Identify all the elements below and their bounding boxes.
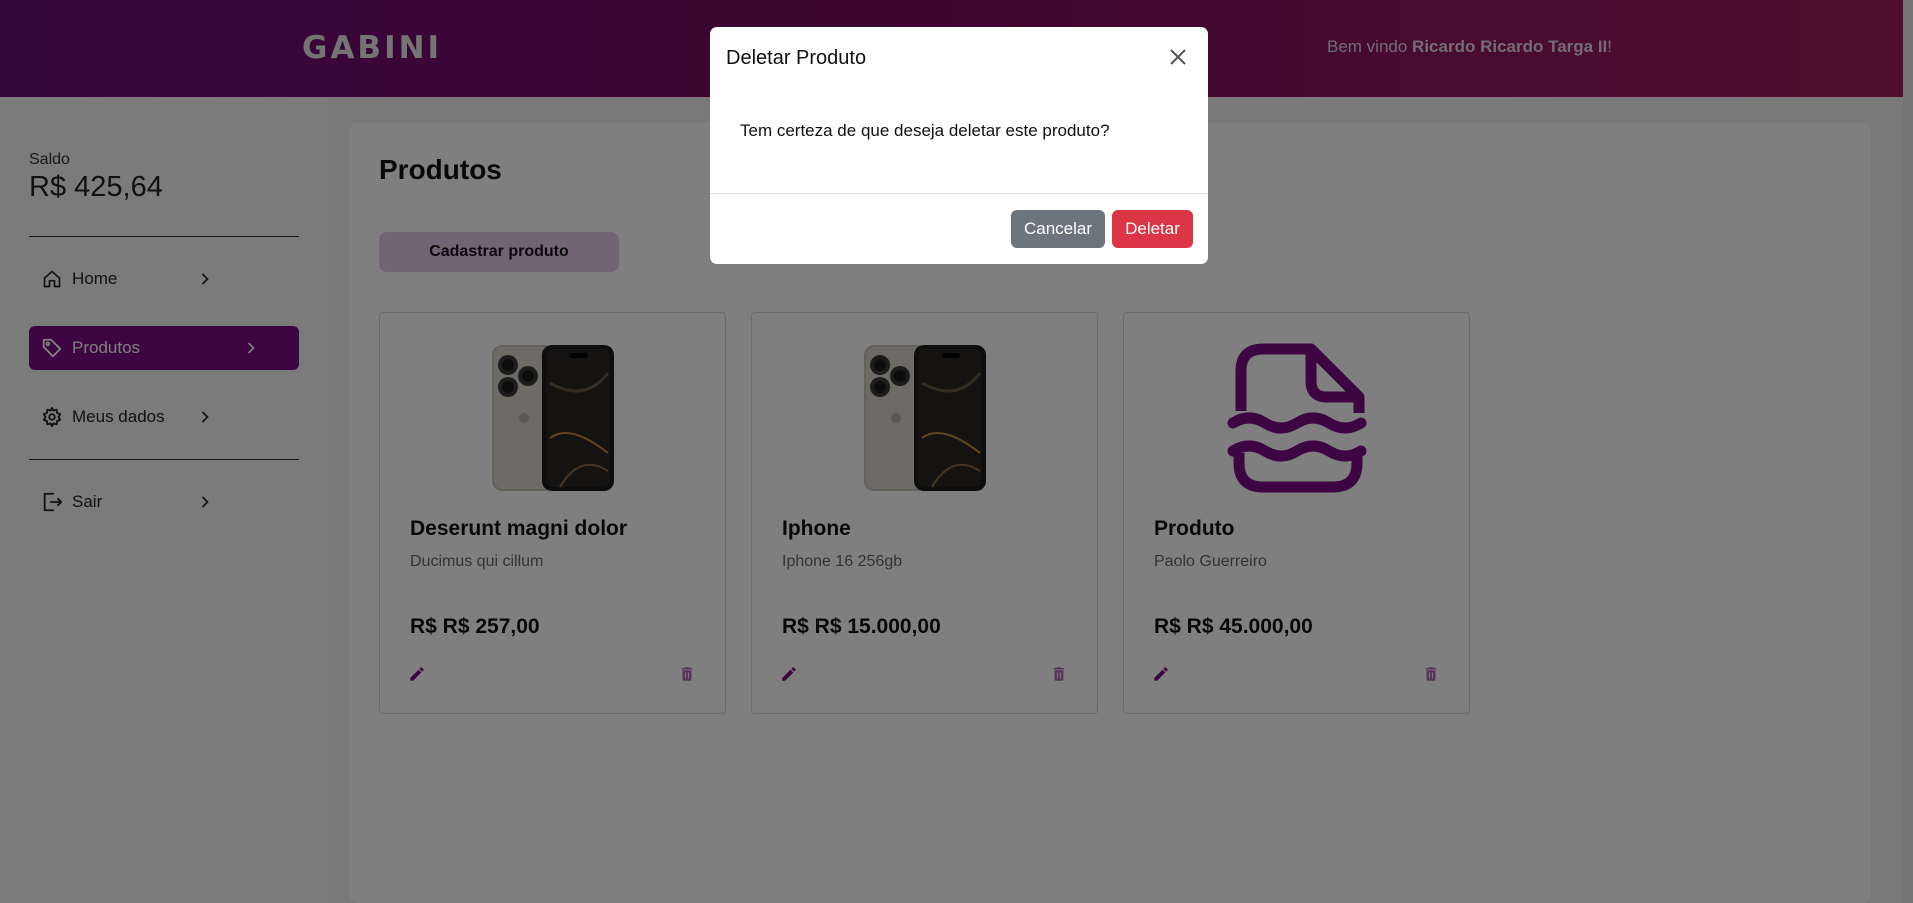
delete-product-modal: Deletar Produto Tem certeza de que desej… — [710, 27, 1208, 264]
modal-divider — [710, 193, 1208, 194]
modal-message: Tem certeza de que deseja deletar este p… — [740, 121, 1110, 140]
delete-button[interactable]: Deletar — [1112, 210, 1193, 248]
close-icon[interactable] — [1166, 45, 1190, 69]
modal-title: Deletar Produto — [726, 47, 867, 69]
cancel-button[interactable]: Cancelar — [1011, 210, 1105, 248]
